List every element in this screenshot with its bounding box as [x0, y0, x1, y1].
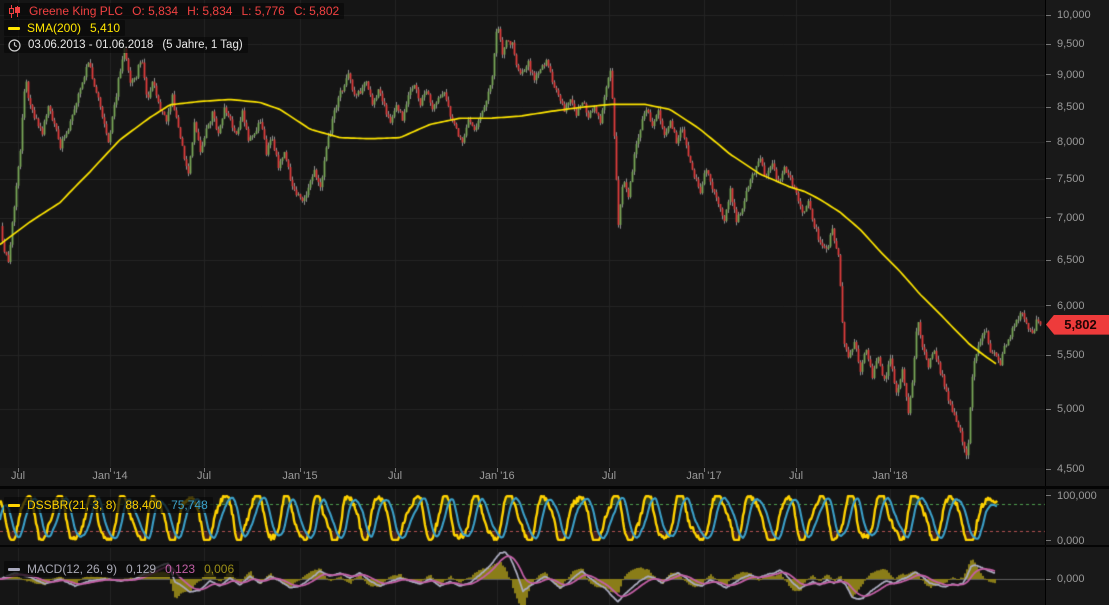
y-axis-tick: [1046, 409, 1051, 410]
macd-hist-value: 0,006: [204, 562, 234, 576]
sma-value: 5,410: [90, 21, 120, 35]
y-axis-tick: [1046, 305, 1051, 306]
y-axis-label: 5,000: [1057, 403, 1085, 415]
y-axis-tick: [1046, 15, 1051, 16]
y-axis-label: 10,000: [1057, 9, 1091, 21]
x-axis-label: Jan '17: [686, 470, 721, 482]
panel-separator: [0, 486, 1109, 489]
ohlc-high: H: 5,834: [187, 4, 232, 18]
last-price-value: 5,802: [1064, 317, 1097, 332]
price-chart-canvas[interactable]: [0, 0, 1046, 605]
y-axis-label: 9,000: [1057, 69, 1085, 81]
y-axis-tick: [1046, 178, 1051, 179]
clock-icon: [8, 39, 21, 52]
date-range: 03.06.2013 - 01.06.2018: [28, 38, 153, 52]
ohlc-low: L: 5,776: [241, 4, 284, 18]
chart-window: Jul Jan '14 Jul Jan '15 Jul Jan '16 Jul Jan '17…: [0, 0, 1109, 605]
y-axis-label: 8,000: [1057, 136, 1085, 148]
y-axis-tick: [1046, 260, 1051, 261]
x-axis-label: Jul: [789, 470, 803, 482]
y-axis-label: 7,500: [1057, 173, 1085, 185]
sma-line-icon: [8, 27, 20, 30]
dssbr-value-main: 88,400: [125, 498, 162, 512]
x-axis-label: Jul: [11, 470, 25, 482]
y-axis[interactable]: 10,000 9,500 9,000 8,500 8,000 7,500 7,000 6,50…: [1046, 0, 1109, 605]
x-axis-label: Jan '14: [92, 470, 127, 482]
axis-border: [1045, 0, 1046, 605]
macd-value: 0,129: [126, 562, 156, 576]
dssbr-value-signal: 75,748: [171, 498, 208, 512]
y-axis-tick: [1046, 217, 1051, 218]
dssbr-label: DSSBR(21, 3, 8): [27, 498, 116, 512]
ohlc-open: O: 5,834: [132, 4, 178, 18]
y-axis-label: 8,500: [1057, 101, 1085, 113]
y-axis-tick: [1046, 469, 1051, 470]
y-axis-label: 4,500: [1057, 463, 1085, 475]
y-axis-tick: [1046, 355, 1051, 356]
macd-legend-row[interactable]: MACD(12, 26, 9) 0,129 0,123 0,006: [4, 561, 239, 577]
x-axis-label: Jan '15: [282, 470, 317, 482]
y-axis-tick: [1046, 579, 1051, 580]
y-axis-tick: [1046, 44, 1051, 45]
symbol-name: Greene King PLC: [29, 4, 123, 18]
ohlc-close: C: 5,802: [294, 4, 339, 18]
macd-label: MACD(12, 26, 9): [27, 562, 117, 576]
y-axis-tick: [1046, 141, 1051, 142]
panel-separator: [0, 545, 1109, 547]
x-axis-label: Jul: [197, 470, 211, 482]
dssbr-line-icon: [8, 504, 20, 507]
y-axis-tick: [1046, 107, 1051, 108]
sma-label: SMA(200): [27, 21, 81, 35]
x-axis-label: Jul: [602, 470, 616, 482]
candlestick-icon: [8, 5, 22, 18]
symbol-legend-row[interactable]: Greene King PLC O: 5,834 H: 5,834 L: 5,7…: [4, 3, 344, 19]
y-axis-tick: [1046, 74, 1051, 75]
y-axis-label: 0,000: [1057, 573, 1085, 585]
y-axis-label: 7,000: [1057, 212, 1085, 224]
y-axis-label: 5,500: [1057, 349, 1085, 361]
macd-signal-value: 0,123: [165, 562, 195, 576]
y-axis-tick: [1046, 540, 1051, 541]
y-axis-label: 6,500: [1057, 254, 1085, 266]
y-axis-label: 9,500: [1057, 38, 1085, 50]
period-legend-row[interactable]: 03.06.2013 - 01.06.2018 (5 Jahre, 1 Tag): [4, 37, 248, 53]
x-axis-label: Jan '18: [872, 470, 907, 482]
y-axis-label: 100,000: [1057, 490, 1097, 502]
x-axis[interactable]: Jul Jan '14 Jul Jan '15 Jul Jan '16 Jul Jan '17…: [0, 468, 1045, 487]
dssbr-legend-row[interactable]: DSSBR(21, 3, 8) 88,400 75,748: [4, 497, 213, 513]
x-axis-label: Jan '16: [479, 470, 514, 482]
timeframe: (5 Jahre, 1 Tag): [162, 38, 242, 52]
last-price-badge: 5,802: [1046, 315, 1109, 335]
macd-line-icon: [8, 568, 20, 571]
y-axis-tick: [1046, 495, 1051, 496]
x-axis-label: Jul: [388, 470, 402, 482]
sma-legend-row[interactable]: SMA(200) 5,410: [4, 20, 125, 36]
y-axis-label: 6,000: [1057, 300, 1085, 312]
